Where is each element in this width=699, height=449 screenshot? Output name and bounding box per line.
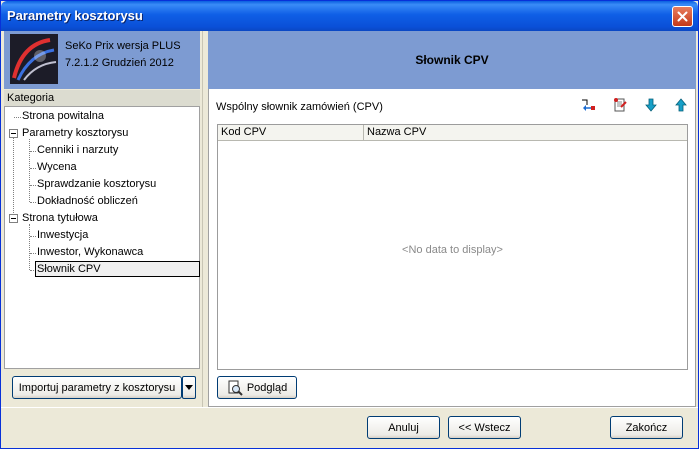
app-version: 7.2.1.2 Grudzień 2012 [65,57,174,69]
tree-line [29,224,30,270]
cpv-grid[interactable]: Kod CPV Nazwa CPV <No data to display> [217,124,688,370]
back-button[interactable]: << Wstecz [448,416,521,439]
arrow-up-icon [675,98,687,112]
import-dropdown-button[interactable] [182,376,196,399]
tree-item-parametry-kosztorysu[interactable]: Parametry kosztorysu [21,126,129,142]
preview-label: Podgląd [246,381,288,394]
chevron-down-icon [185,385,193,390]
tree-item-wycena[interactable]: Wycena [36,160,78,176]
print-preview-icon [228,380,243,396]
tree-line [14,117,21,118]
app-logo [10,34,58,84]
panel-splitter[interactable] [202,31,207,407]
close-icon [677,11,688,22]
tree-line [13,135,14,219]
content-panel: Wspólny słownik zamówień (CPV) Kod CPV N… [208,89,696,407]
close-button[interactable] [672,6,693,27]
import-parameters-button[interactable]: Importuj parametry z kosztorysu [12,376,182,399]
tree-item-inwestor-wykonawca[interactable]: Inwestor, Wykonawca [36,245,144,261]
tree-item-slownik-cpv[interactable]: Słownik CPV [35,261,200,277]
empty-grid-message: <No data to display> [402,244,503,256]
import-area: Importuj parametry z kosztorysu [4,370,200,405]
column-header-kod-cpv[interactable]: Kod CPV [218,125,364,141]
tree-item-inwestycja[interactable]: Inwestycja [36,228,89,244]
edit-button[interactable] [611,96,629,114]
window-title: Parametry kosztorysu [7,8,143,23]
tree-item-sprawdzanie-kosztorysu[interactable]: Sprawdzanie kosztorysu [36,177,157,193]
collapse-toggle[interactable] [9,214,18,223]
category-header: Kategoria [4,90,200,107]
grid-header: Kod CPV Nazwa CPV [218,125,687,141]
cancel-button[interactable]: Anuluj [367,416,440,439]
tree-line [29,139,30,202]
collapse-toggle[interactable] [9,129,18,138]
page-title: Słownik CPV [415,53,489,67]
app-info-header: SeKo Prix wersja PLUS 7.2.1.2 Grudzień 2… [4,31,200,89]
category-tree[interactable]: Strona powitalna Parametry kosztorysu Ce… [4,107,200,369]
finish-button[interactable]: Zakończ [610,416,683,439]
document-edit-icon [614,98,627,112]
title-bar[interactable]: Parametry kosztorysu [1,1,698,31]
tree-item-strona-powitalna[interactable]: Strona powitalna [21,109,105,125]
tree-item-cenniki-i-narzuty[interactable]: Cenniki i narzuty [36,143,119,159]
dialog-footer: Anuluj << Wstecz Zakończ [1,407,698,448]
tree-item-dokladnosc-obliczen[interactable]: Dokładność obliczeń [36,194,139,210]
move-down-button[interactable] [642,96,660,114]
column-header-nazwa-cpv[interactable]: Nazwa CPV [364,125,687,141]
insert-row-icon [582,99,595,111]
group-label: Wspólny słownik zamówień (CPV) [216,101,383,113]
arrow-down-icon [645,98,657,112]
preview-button[interactable]: Podgląd [217,376,297,399]
insert-button[interactable] [579,96,597,114]
move-up-button[interactable] [672,96,690,114]
content-header: Słownik CPV [208,31,696,89]
tree-item-strona-tytulowa[interactable]: Strona tytułowa [21,211,99,227]
dialog-window: Parametry kosztorysu SeKo Prix wersja PL… [0,0,699,449]
app-name: SeKo Prix wersja PLUS [65,40,181,52]
